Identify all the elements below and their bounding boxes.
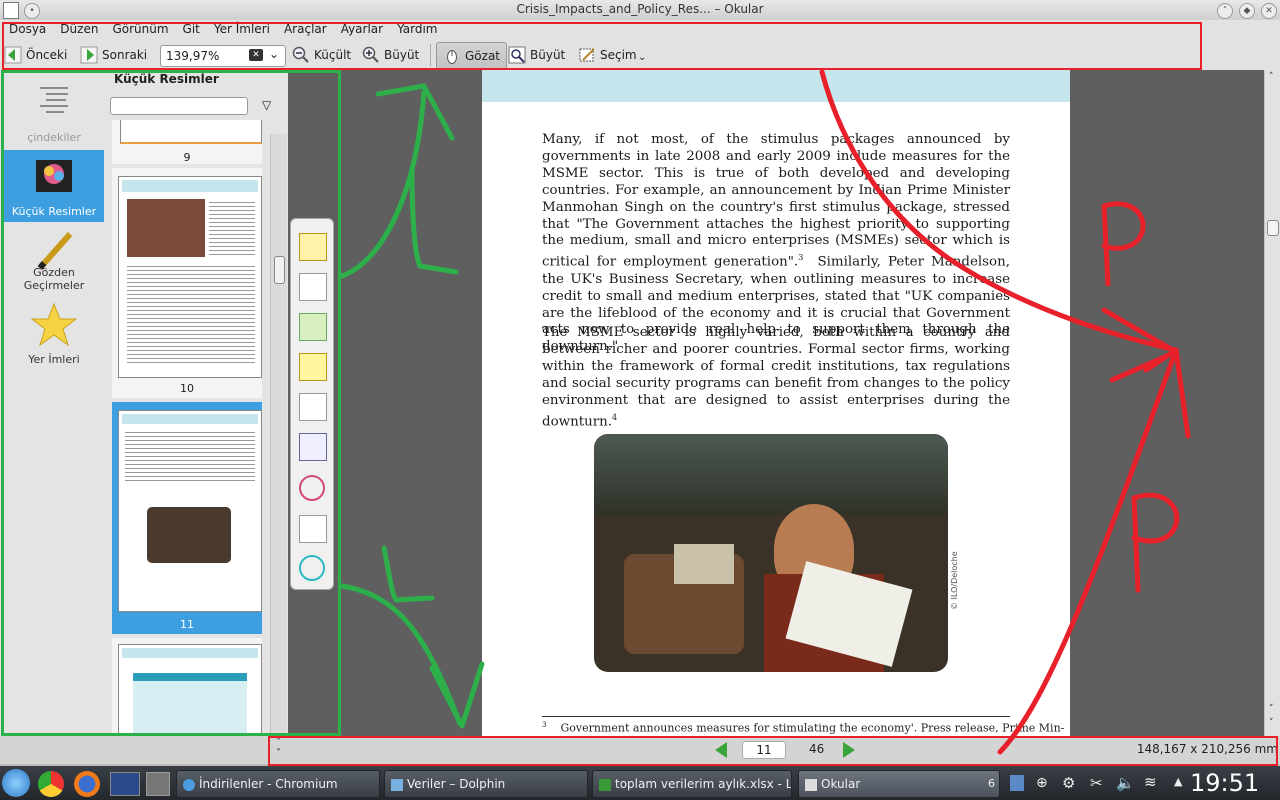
- scroll-up-icon[interactable]: ˄: [1269, 72, 1274, 82]
- task-label: İndirilenler - Chromium: [199, 777, 338, 791]
- photo-credit: © ILO/Deloche: [950, 551, 959, 610]
- task-label: Okular: [821, 777, 861, 791]
- okular-task-icon: [805, 778, 817, 791]
- calc-task-icon: [599, 778, 611, 791]
- close-button[interactable]: ✕: [1261, 3, 1277, 19]
- paragraph-2: The MSME sector is highly varied, both w…: [542, 325, 1010, 431]
- dolphin-task-icon: [391, 778, 403, 791]
- chrome-icon[interactable]: [38, 771, 64, 797]
- show-desktop-icon[interactable]: [146, 772, 170, 796]
- document-viewer[interactable]: Many, if not most, of the stimulus packa…: [288, 70, 1264, 736]
- pdf-page: Many, if not most, of the stimulus packa…: [482, 70, 1070, 736]
- market-photo: [594, 434, 948, 672]
- scroll-down-icon[interactable]: ˅: [1269, 704, 1274, 714]
- status-left-blank: [0, 736, 270, 764]
- task-chromium[interactable]: İndirilenler - Chromium: [176, 770, 380, 798]
- footnote-ref[interactable]: 4: [612, 413, 617, 422]
- clock[interactable]: 19:51: [1190, 769, 1259, 797]
- taskbar: İndirilenler - Chromium Veriler – Dolphi…: [0, 766, 1280, 800]
- task-libreoffice[interactable]: toplam verilerim aylık.xlsx - Libr: [592, 770, 792, 798]
- terminal-icon[interactable]: [110, 772, 140, 796]
- firefox-icon[interactable]: [74, 771, 100, 797]
- chromium-task-icon: [183, 778, 195, 791]
- paragraph-1: Many, if not most, of the stimulus packa…: [542, 132, 1010, 356]
- annotation-red-rect-statusbar: [268, 736, 1278, 766]
- kde-menu-icon[interactable]: [2, 769, 30, 797]
- task-label: toplam verilerim aylık.xlsx - Libr: [615, 777, 792, 791]
- scissors-icon[interactable]: ✂: [1090, 774, 1103, 792]
- title-bar: • Crisis_Impacts_and_Policy_Res... – Oku…: [0, 0, 1280, 21]
- maximize-button[interactable]: ◆: [1239, 3, 1255, 19]
- page-header-band: [482, 70, 1070, 102]
- network-manager-icon[interactable]: ⊕: [1036, 775, 1048, 791]
- document-scrollbar-track[interactable]: ˄ ˅ ˅: [1264, 70, 1280, 736]
- settings-icon[interactable]: ⚙: [1062, 774, 1075, 792]
- task-label: Veriler – Dolphin: [407, 777, 506, 791]
- annotation-green-rect-sidebar: [1, 70, 341, 736]
- task-dolphin[interactable]: Veriler – Dolphin: [384, 770, 588, 798]
- wifi-icon[interactable]: ≋: [1144, 773, 1157, 791]
- annotation-red-rect-toolbar: [2, 22, 1202, 70]
- scroll-down-icon[interactable]: ˅: [1269, 718, 1274, 728]
- task-okular[interactable]: Okular 6: [798, 770, 1000, 798]
- expand-tray-icon[interactable]: ▲: [1174, 775, 1182, 788]
- footnote-separator: [542, 716, 1010, 717]
- footnote-text: Government announces measures for stimul…: [560, 721, 1065, 735]
- task-count: 6: [988, 777, 995, 790]
- footnote-ref[interactable]: 3: [798, 253, 803, 262]
- minimize-button[interactable]: ˅: [1217, 3, 1233, 19]
- volume-icon[interactable]: 🔈: [1116, 774, 1135, 792]
- footnote: 3 Government announces measures for stim…: [542, 721, 1064, 735]
- scrollbar-thumb[interactable]: [1267, 220, 1279, 236]
- paragraph-1-text: Many, if not most, of the stimulus packa…: [542, 132, 1010, 270]
- clipboard-icon[interactable]: [1010, 775, 1024, 791]
- window-title: Crisis_Impacts_and_Policy_Res... – Okula…: [516, 2, 764, 16]
- footnote-number: 3: [542, 721, 547, 729]
